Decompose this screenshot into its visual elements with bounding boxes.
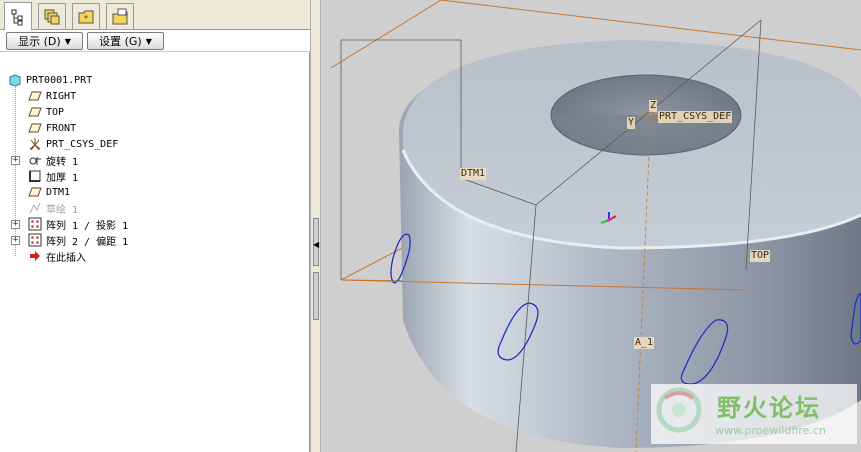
tree-item-label: PRT_CSYS_DEF: [46, 138, 119, 150]
tree-item-pattern-1[interactable]: 阵列 1 / 投影 1: [28, 216, 128, 232]
datum-plane-icon: [28, 89, 42, 103]
tree-item-dtm1[interactable]: DTM1: [28, 184, 70, 200]
navigator-toolbar: 显示 (D) ▼ 设置 (G) ▼: [0, 30, 310, 52]
tree-item-label: 草绘 1: [46, 204, 79, 216]
splitter-handle-bottom[interactable]: [313, 272, 319, 320]
expand-toggle[interactable]: +: [11, 220, 20, 229]
pattern-icon: [28, 217, 42, 231]
chevron-down-icon: ▼: [145, 36, 152, 46]
tree-item-label: DTM1: [46, 186, 71, 198]
chevron-down-icon: ▼: [64, 36, 71, 46]
expand-toggle[interactable]: +: [11, 236, 20, 245]
forum-logo-icon: [656, 387, 702, 433]
tree-item-label: 加厚 1: [46, 172, 79, 184]
watermark-title: 野火论坛: [717, 394, 821, 422]
tree-item-label: 阵列 2 / 偏距 1: [46, 236, 129, 248]
watermark-url: www.proewildfire.cn: [715, 424, 826, 437]
dtm1-label: DTM1: [460, 168, 487, 180]
graphics-viewport[interactable]: PRT_CSYS_DEF Z Y DTM1 TOP A_1 野火论坛 www.p…: [321, 0, 861, 452]
datum-plane-icon: [28, 105, 42, 119]
tree-item-label: 阵列 1 / 投影 1: [46, 220, 129, 232]
insert-here-arrow-icon: [28, 249, 42, 263]
part-icon: [8, 73, 22, 87]
expand-toggle[interactable]: +: [11, 156, 20, 165]
tab-model-tree[interactable]: [4, 2, 32, 30]
tree-item-label: 旋转 1: [46, 156, 79, 168]
sketch-icon: [28, 201, 42, 215]
top-plane-label: TOP: [750, 250, 771, 262]
panel-splitter[interactable]: ◀ ▶: [310, 0, 321, 452]
collapse-left-icon[interactable]: ◀: [313, 240, 319, 249]
show-dropdown-label: 显示 (D): [18, 35, 61, 48]
show-dropdown-button[interactable]: 显示 (D) ▼: [6, 32, 83, 50]
tab-favorites[interactable]: [106, 3, 134, 29]
tree-root-label: PRT0001.PRT: [26, 74, 93, 86]
tree-item-label: RIGHT: [46, 90, 77, 102]
svg-text:*: *: [84, 14, 88, 23]
tree-item-sketch[interactable]: 草绘 1: [28, 200, 78, 216]
model-tree-icon: [11, 9, 23, 25]
tree-item-revolve[interactable]: 旋转 1: [28, 152, 78, 168]
tree-item-label: FRONT: [46, 122, 77, 134]
navigator-panel: * 显示 (D) ▼ 设置 (G) ▼ PRT0001.PRT RIGHT TO…: [0, 0, 310, 452]
tab-folder-browser[interactable]: *: [72, 3, 100, 29]
tree-item-label: 在此插入: [46, 252, 86, 264]
tree-root[interactable]: PRT0001.PRT: [8, 72, 92, 88]
tree-item-label: TOP: [46, 106, 65, 118]
axis-a1-label: A_1: [634, 337, 655, 349]
tree-item-thicken[interactable]: 加厚 1: [28, 168, 78, 184]
tree-item-insert-here[interactable]: 在此插入: [28, 248, 86, 264]
settings-dropdown-button[interactable]: 设置 (G) ▼: [87, 32, 164, 50]
coordinate-system-icon: [28, 137, 42, 151]
tree-item-right[interactable]: RIGHT: [28, 88, 76, 104]
thicken-icon: [28, 169, 42, 183]
pattern-icon: [28, 233, 42, 247]
csys-y-label: Y: [627, 117, 636, 129]
tree-item-front[interactable]: FRONT: [28, 120, 76, 136]
favorites-icon: [112, 8, 128, 24]
tree-item-csys[interactable]: PRT_CSYS_DEF: [28, 136, 118, 152]
layers-icon: [44, 9, 60, 24]
navigator-tabbar: *: [0, 0, 310, 30]
revolve-icon: [28, 153, 42, 167]
csys-z-label: Z: [649, 100, 658, 112]
datum-plane-icon: [28, 121, 42, 135]
tab-layers[interactable]: [38, 3, 66, 29]
tree-connector: [15, 84, 16, 256]
tree-item-pattern-2[interactable]: 阵列 2 / 偏距 1: [28, 232, 128, 248]
datum-plane-icon: [28, 185, 42, 199]
forum-watermark: 野火论坛 www.proewildfire.cn: [651, 384, 857, 444]
csys-label: PRT_CSYS_DEF: [658, 111, 733, 123]
settings-dropdown-label: 设置 (G): [99, 35, 142, 48]
folder-browser-icon: *: [78, 10, 94, 23]
tree-item-top[interactable]: TOP: [28, 104, 64, 120]
